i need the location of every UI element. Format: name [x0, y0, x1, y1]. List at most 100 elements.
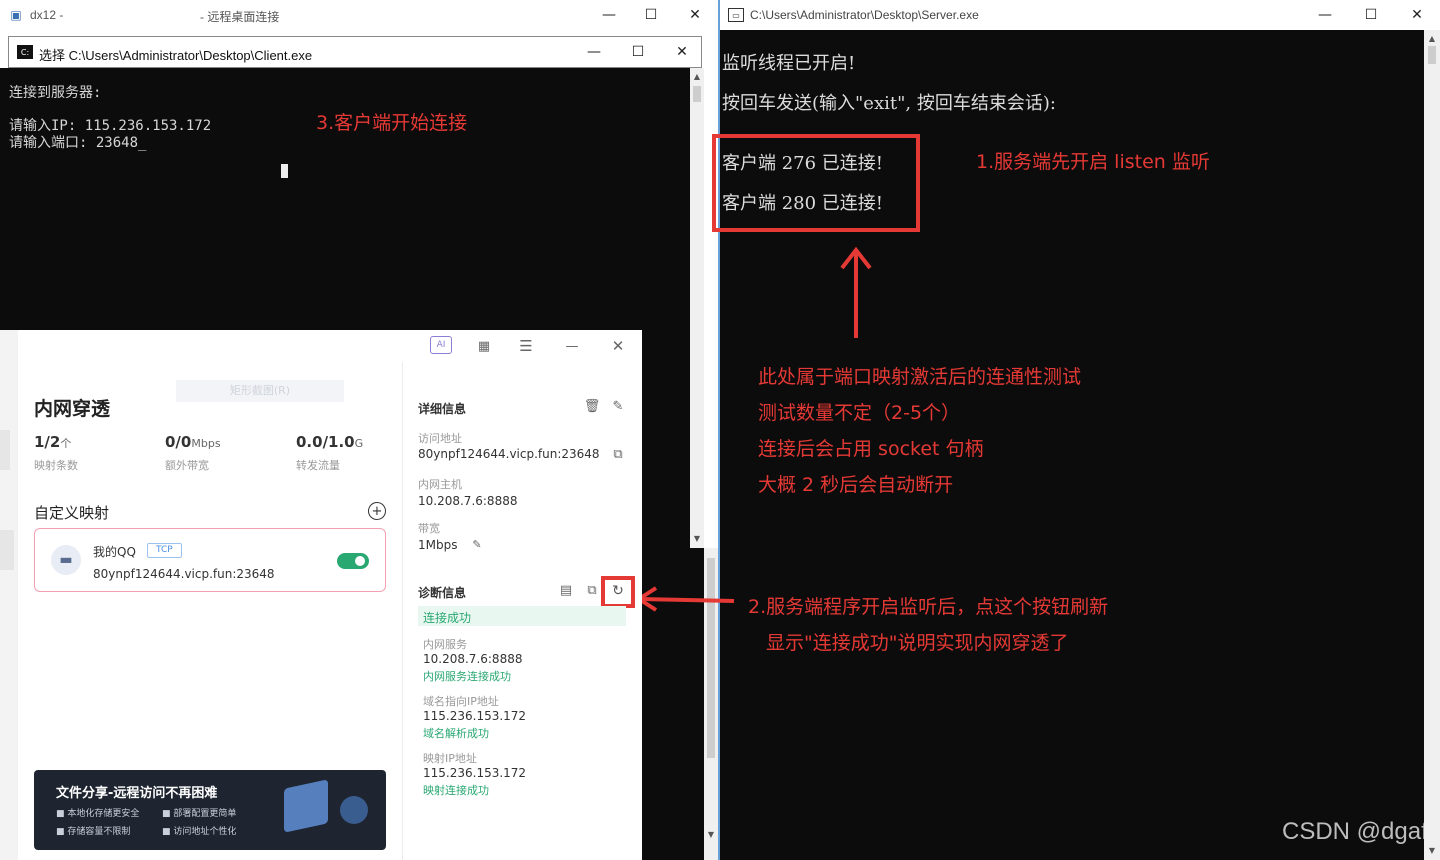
- delete-icon[interactable]: 🗑: [584, 398, 601, 414]
- client-line-port: 请输入端口: 23648_: [9, 132, 146, 152]
- add-mapping-icon[interactable]: +: [368, 502, 386, 520]
- text-cursor: _: [138, 135, 147, 151]
- log-icon[interactable]: ▤: [558, 582, 574, 598]
- banner-feature: ■ 访问地址个性化: [162, 827, 237, 837]
- server-titlebar[interactable]: ▭ C:\Users\Administrator\Desktop\Server.…: [720, 0, 1440, 30]
- mapping-card[interactable]: ▬ 我的QQ TCP 80ynpf124644.vicp.fun:23648: [34, 528, 386, 592]
- feature-text: 部署配置更简单: [173, 809, 237, 819]
- access-label: 访问地址: [418, 432, 462, 445]
- stat-label: 转发流量: [296, 459, 340, 472]
- bandwidth-label: 带宽: [418, 522, 440, 535]
- qr-code-icon[interactable]: ▦: [474, 336, 494, 356]
- diag-label: 域名指向IP地址: [423, 695, 499, 708]
- ai-icon[interactable]: AI: [430, 336, 452, 354]
- close-button[interactable]: ✕: [672, 0, 718, 30]
- minimize-icon[interactable]: —: [562, 336, 582, 356]
- client-line-connect: 连接到服务器:: [9, 85, 102, 101]
- annotation-refresh-1: 2.服务端程序开启监听后，点这个按钮刷新: [748, 596, 1109, 618]
- server-scrollbar[interactable]: ▲ ▼: [1424, 30, 1440, 860]
- diag-label: 映射IP地址: [423, 752, 477, 765]
- promo-banner[interactable]: 文件分享-远程访问不再困难 ■ 本地化存储更安全 ■ 部署配置更简单 ■ 存储容…: [34, 770, 386, 850]
- stat-label: 额外带宽: [165, 459, 209, 472]
- scroll-up-icon[interactable]: ▲: [1424, 32, 1440, 44]
- annotation-note-1: 此处属于端口映射激活后的连通性测试: [758, 366, 1082, 388]
- bandwidth-value: 1Mbps: [418, 538, 458, 552]
- highlight-box-connections: [712, 134, 920, 232]
- diag-value: 115.236.153.172: [423, 766, 527, 780]
- mapping-toggle[interactable]: [337, 553, 369, 569]
- client-maximize-button[interactable]: ☐: [615, 37, 661, 67]
- stat-value: 1/2: [34, 433, 61, 451]
- mapping-name: 我的QQ: [93, 545, 136, 559]
- screenshot-ghost-button: 矩形截图(R): [176, 380, 344, 402]
- server-minimize-button[interactable]: —: [1302, 0, 1348, 30]
- scroll-down-icon[interactable]: ▼: [690, 532, 704, 544]
- server-close-button[interactable]: ✕: [1394, 0, 1440, 30]
- app-window[interactable]: AI ▦ ☰ — ✕ 矩形截图(R) 内网穿透 1/2个 映射条数 0/0Mbp…: [18, 330, 642, 860]
- diag-value: 10.208.7.6:8888: [423, 652, 523, 666]
- app-titlebar[interactable]: AI ▦ ☰ — ✕: [18, 330, 642, 362]
- diag-label: 内网服务: [423, 638, 467, 651]
- feature-text: 本地化存储更安全: [67, 809, 140, 819]
- rdp-titlebar[interactable]: ▣ dx12 - - 远程桌面连接 — ☐ ✕: [0, 0, 718, 30]
- server-maximize-button[interactable]: ☐: [1348, 0, 1394, 30]
- feature-text: 访问地址个性化: [173, 827, 237, 837]
- server-line-listen: 监听线程已开启!: [722, 53, 856, 74]
- mouse-ibeam-cursor: [281, 164, 288, 178]
- scroll-up-icon[interactable]: ▲: [690, 70, 704, 82]
- annotation-note-4: 大概 2 秒后会自动断开: [758, 474, 954, 496]
- client-title: 选择 C:\Users\Administrator\Desktop\Client…: [39, 48, 313, 63]
- scroll-down-icon-lower[interactable]: ▼: [704, 828, 718, 840]
- strip-block: [0, 430, 10, 470]
- minimize-button[interactable]: —: [586, 0, 632, 30]
- mapping-avatar-icon: ▬: [51, 545, 81, 575]
- scroll-thumb[interactable]: [693, 86, 701, 102]
- client-minimize-button[interactable]: —: [571, 37, 617, 67]
- console-app-icon: C:: [17, 45, 33, 59]
- protocol-badge: TCP: [147, 543, 182, 558]
- annotation-refresh-2: 显示"连接成功"说明实现内网穿透了: [766, 632, 1069, 654]
- scroll-thumb[interactable]: [1428, 46, 1436, 64]
- diag-result: 映射连接成功: [423, 784, 489, 797]
- annotation-note-3: 连接后会占用 socket 句柄: [758, 438, 984, 460]
- access-value: 80ynpf124644.vicp.fun:23648: [418, 447, 600, 461]
- status-text: 连接成功: [423, 611, 472, 625]
- copy-icon[interactable]: ⧉: [610, 446, 626, 462]
- arrow-up-icon: [840, 246, 872, 338]
- menu-icon[interactable]: ☰: [516, 336, 536, 356]
- server-console[interactable]: 监听线程已开启! 按回车发送(输入"exit", 按回车结束会话): 客户端 2…: [712, 30, 1428, 860]
- console-app-icon: ▭: [728, 8, 744, 22]
- stat-value: 0.0/1.0: [296, 433, 355, 451]
- stat-traffic: 0.0/1.0G 转发流量: [296, 432, 363, 473]
- page-title: 内网穿透: [34, 398, 111, 420]
- client-close-button[interactable]: ✕: [659, 37, 705, 67]
- stat-unit: G: [354, 437, 364, 450]
- maximize-button[interactable]: ☐: [628, 0, 674, 30]
- diag-result: 域名解析成功: [423, 727, 489, 740]
- client-titlebar[interactable]: C: 选择 C:\Users\Administrator\Desktop\Cli…: [8, 36, 702, 68]
- app-left-strip: [0, 330, 18, 860]
- scroll-down-icon[interactable]: ▼: [1424, 844, 1440, 856]
- strip-block: [0, 530, 14, 570]
- annotation-note-2: 测试数量不定（2-5个）: [758, 402, 961, 424]
- close-icon[interactable]: ✕: [608, 336, 628, 356]
- client-scrollbar[interactable]: ▲ ▼: [690, 68, 704, 548]
- stat-mappings: 1/2个 映射条数: [34, 432, 78, 473]
- refresh-icon[interactable]: ↻: [609, 582, 627, 600]
- edit-bandwidth-icon[interactable]: ✎: [470, 537, 484, 551]
- server-title: C:\Users\Administrator\Desktop\Server.ex…: [750, 8, 979, 22]
- stat-bandwidth: 0/0Mbps 额外带宽: [165, 432, 221, 473]
- diagnostics-status: 连接成功: [418, 606, 626, 626]
- edit-icon[interactable]: ✎: [610, 398, 626, 414]
- details-heading: 详细信息: [418, 402, 467, 416]
- copy-diagnostics-icon[interactable]: ⧉: [584, 582, 600, 598]
- stat-value: 0/0: [165, 433, 192, 451]
- diag-result: 内网服务连接成功: [423, 670, 511, 683]
- stat-unit: Mbps: [191, 437, 221, 450]
- arrow-left-icon: [635, 586, 735, 612]
- host-value: 10.208.7.6:8888: [418, 494, 518, 508]
- stat-label: 映射条数: [34, 459, 78, 472]
- banner-feature: ■ 部署配置更简单: [162, 809, 237, 819]
- diagnostics-heading: 诊断信息: [418, 586, 467, 600]
- banner-title: 文件分享-远程访问不再困难: [56, 786, 218, 801]
